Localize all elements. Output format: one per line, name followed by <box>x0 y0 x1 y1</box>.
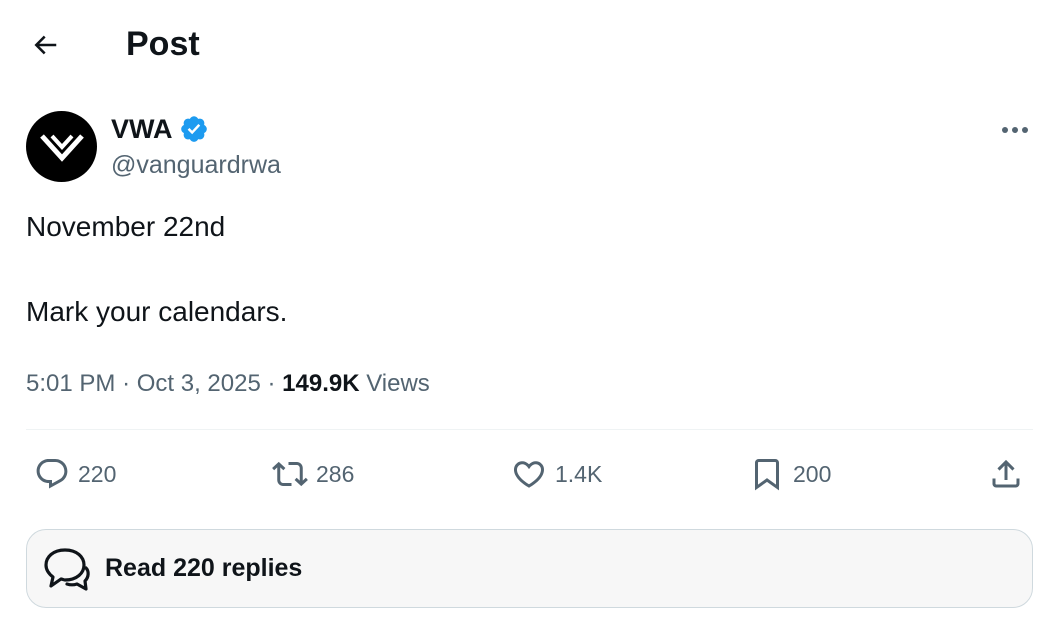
bookmark-count: 200 <box>793 461 832 487</box>
share-icon <box>992 459 1020 488</box>
back-button[interactable] <box>26 26 64 64</box>
conversation-icon <box>43 546 91 592</box>
tweet-line-1: November 22nd <box>26 211 226 242</box>
tweet-time[interactable]: 5:01 PM <box>26 370 115 397</box>
tweet-line-2: Mark your calendars. <box>26 296 288 327</box>
reply-icon <box>36 459 68 489</box>
author-handle[interactable]: @vanguardrwa <box>111 150 281 180</box>
bookmark-icon <box>755 459 779 491</box>
repost-icon <box>272 461 308 487</box>
page-title: Post <box>126 25 200 63</box>
verified-badge-icon <box>180 116 207 142</box>
author-display-name[interactable]: VWA <box>111 113 173 145</box>
read-replies-button[interactable]: Read 220 replies <box>26 529 1033 608</box>
bookmark-button[interactable]: 200 <box>749 452 831 496</box>
post-header: Post <box>0 0 1062 88</box>
arrow-left-icon <box>34 35 57 55</box>
repost-count: 286 <box>316 461 355 487</box>
more-options-button[interactable] <box>998 116 1032 144</box>
share-button[interactable] <box>988 452 1024 496</box>
vwa-logo-chevron-icon <box>39 133 84 162</box>
avatar[interactable] <box>26 111 97 182</box>
like-count: 1.4K <box>555 461 603 487</box>
repost-button[interactable]: 286 <box>272 452 354 496</box>
divider <box>26 429 1033 430</box>
more-dots-icon <box>1002 127 1028 133</box>
tweet-date[interactable]: Oct 3, 2025 <box>137 370 261 397</box>
heart-icon <box>513 461 545 488</box>
reply-button[interactable]: 220 <box>34 452 116 496</box>
tweet-meta: 5:01 PM · Oct 3, 2025 · 149.9K Views <box>26 368 430 400</box>
views-label: Views <box>366 370 430 397</box>
meta-separator: · <box>122 370 131 397</box>
views-count: 149.9K <box>282 370 360 397</box>
author-name-row[interactable]: VWA <box>111 113 209 145</box>
read-replies-label: Read 220 replies <box>105 554 303 582</box>
reply-count: 220 <box>78 461 117 487</box>
meta-separator: · <box>267 370 276 397</box>
like-button[interactable]: 1.4K <box>511 452 602 496</box>
tweet-text: November 22nd Mark your calendars. <box>26 210 287 329</box>
